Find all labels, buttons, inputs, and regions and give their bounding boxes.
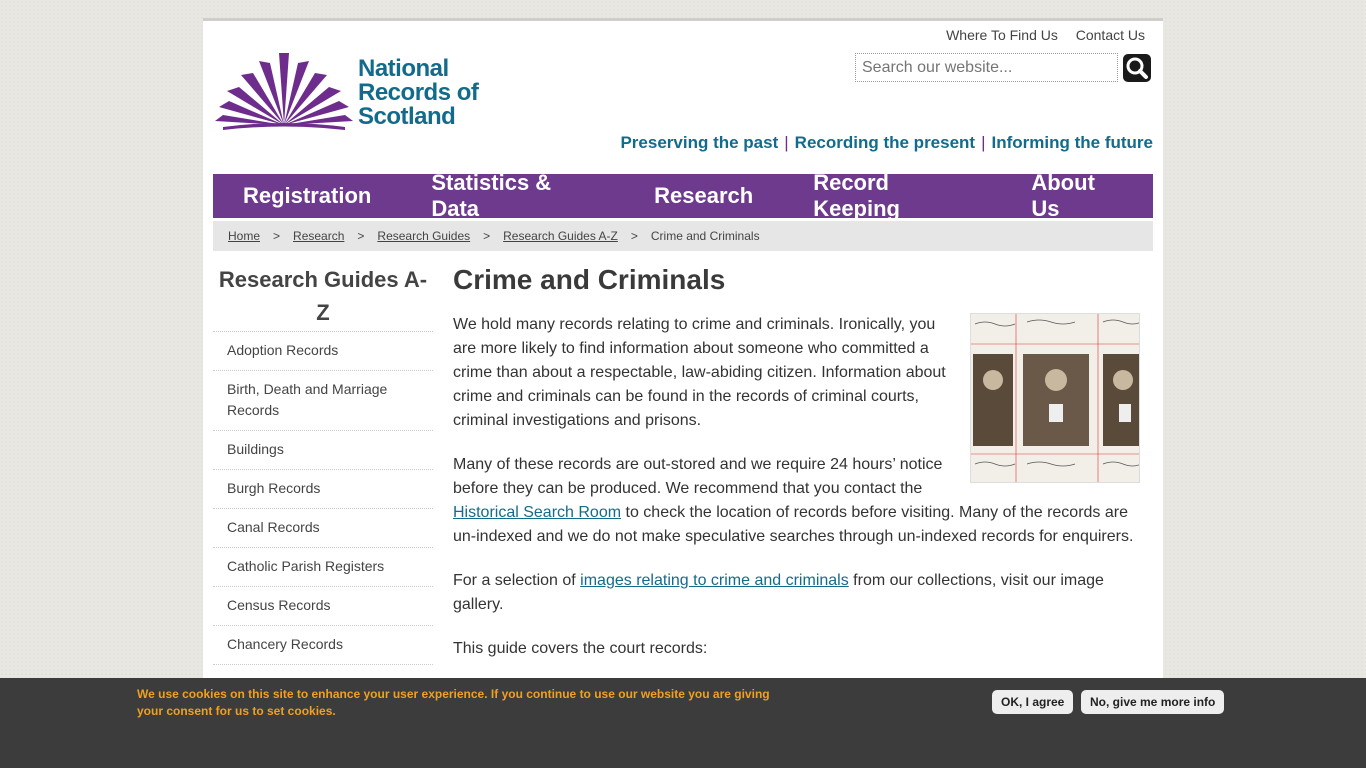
breadcrumb-home[interactable]: Home — [228, 229, 260, 243]
breadcrumb-research-guides[interactable]: Research Guides — [377, 229, 470, 243]
sidebar-item-burgh-records[interactable]: Burgh Records — [213, 469, 433, 508]
outstored-text-a: Many of these records are out-stored and… — [453, 456, 943, 497]
breadcrumb-research[interactable]: Research — [293, 229, 344, 243]
breadcrumb-separator: > — [273, 229, 281, 243]
page-container: Where To Find Us Contact Us National Rec — [203, 18, 1163, 768]
logo-text: National Records of Scotland — [358, 55, 479, 130]
breadcrumb-separator: > — [357, 229, 365, 243]
breadcrumb: Home > Research > Research Guides > Rese… — [213, 221, 1153, 251]
cookie-agree-button[interactable]: OK, I agree — [992, 690, 1074, 714]
sidebar-item-buildings[interactable]: Buildings — [213, 430, 433, 469]
page-title: Crime and Criminals — [453, 264, 726, 295]
main-nav: Registration Statistics & Data Research … — [213, 170, 1153, 221]
nav-about-us[interactable]: About Us — [1001, 170, 1153, 222]
cookie-banner: We use cookies on this site to enhance y… — [0, 678, 1366, 768]
top-links: Where To Find Us Contact Us — [932, 27, 1145, 43]
criminal-photos-image[interactable] — [970, 313, 1140, 483]
gallery-paragraph: For a selection of images relating to cr… — [453, 569, 1143, 617]
crime-images-link[interactable]: images relating to crime and criminals — [580, 572, 849, 589]
sidebar-list: Adoption Records Birth, Death and Marria… — [213, 331, 433, 703]
sidebar-item-adoption-records[interactable]: Adoption Records — [213, 331, 433, 370]
sidebar-item-canal-records[interactable]: Canal Records — [213, 508, 433, 547]
tagline-present: Recording the present — [794, 133, 976, 152]
nav-registration[interactable]: Registration — [213, 183, 401, 209]
logo-line-3: Scotland — [358, 103, 456, 130]
tagline-past: Preserving the past — [620, 133, 779, 152]
sidebar-item-chancery-records[interactable]: Chancery Records — [213, 625, 433, 664]
cookie-more-info-button[interactable]: No, give me more info — [1081, 690, 1225, 714]
tagline-future: Informing the future — [991, 133, 1153, 152]
breadcrumb-separator: > — [630, 229, 638, 243]
sidebar-item-birth-death-marriage[interactable]: Birth, Death and Marriage Records — [213, 370, 433, 430]
breadcrumb-research-guides-az[interactable]: Research Guides A-Z — [503, 229, 618, 243]
nav-research[interactable]: Research — [624, 183, 783, 209]
breadcrumb-separator: > — [483, 229, 491, 243]
court-records-paragraph: This guide covers the court records: — [453, 640, 708, 657]
nav-statistics-data[interactable]: Statistics & Data — [401, 170, 624, 222]
sidebar-title: Research Guides A-Z — [218, 267, 428, 325]
main-content: Crime and Criminals We hold many records… — [453, 263, 1143, 681]
sidebar-item-census-records[interactable]: Census Records — [213, 586, 433, 625]
search-input[interactable] — [855, 53, 1118, 82]
where-to-find-us-link[interactable]: Where To Find Us — [946, 27, 1058, 43]
sidebar: Research Guides A-Z Adoption Records Bir… — [213, 263, 433, 703]
search-button[interactable] — [1123, 54, 1151, 82]
logo-line-1: National — [358, 55, 449, 82]
search-icon — [1126, 57, 1148, 79]
contact-us-link[interactable]: Contact Us — [1076, 27, 1145, 43]
sidebar-item-catholic-parish[interactable]: Catholic Parish Registers — [213, 547, 433, 586]
logo-line-2: Records of — [358, 79, 479, 106]
historical-search-room-link[interactable]: Historical Search Room — [453, 504, 621, 521]
gallery-text-a: For a selection of — [453, 572, 581, 589]
logo-fan-icon — [215, 53, 353, 130]
nav-record-keeping[interactable]: Record Keeping — [783, 170, 1001, 222]
cookie-message: We use cookies on this site to enhance y… — [137, 687, 770, 718]
search-form — [855, 53, 1151, 82]
tagline: Preserving the past | Recording the presen… — [620, 133, 1153, 152]
breadcrumb-current: Crime and Criminals — [650, 229, 760, 243]
site-logo[interactable]: National Records of Scotland — [213, 51, 493, 131]
mugshots-illustration — [971, 314, 1139, 482]
